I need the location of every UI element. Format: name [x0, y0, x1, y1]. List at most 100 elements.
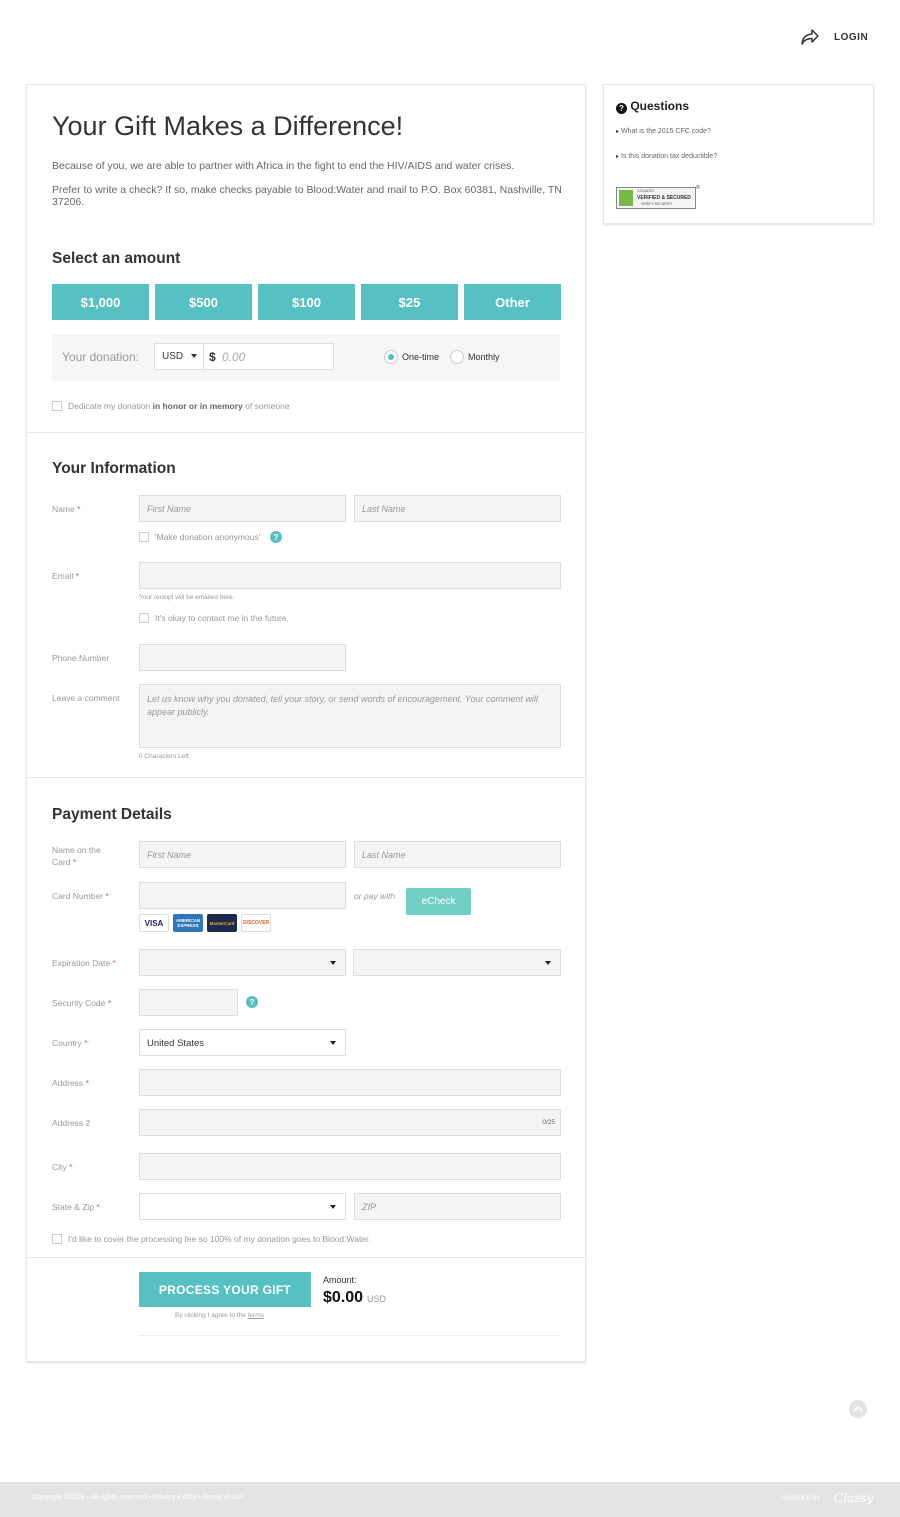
question-circle-icon: ? [616, 103, 627, 114]
amount-currency: USD [367, 1294, 387, 1304]
card-number-input[interactable] [139, 882, 346, 909]
divider [27, 777, 585, 778]
registered-mark: ® [696, 185, 700, 191]
powered-by-label: POWERED BY [780, 1496, 821, 1502]
login-link[interactable]: LOGIN [834, 32, 868, 43]
required-marker: * [85, 1078, 89, 1088]
dedicate-label: Dedicate my donation in honor or in memo… [68, 401, 290, 411]
address-input[interactable] [139, 1069, 561, 1096]
badge-line3: VERIFY SECURITY [641, 202, 673, 206]
city-input[interactable] [139, 1153, 561, 1180]
phone-input[interactable] [139, 644, 346, 671]
help-icon[interactable]: ? [246, 996, 258, 1008]
email-label: Email * [52, 570, 79, 582]
scroll-to-top-button[interactable] [849, 1400, 867, 1418]
required-marker: * [105, 891, 109, 901]
required-marker: * [75, 571, 79, 581]
amount-button-100[interactable]: $100 [258, 284, 355, 320]
email-input[interactable] [139, 562, 561, 589]
amount-button-25[interactable]: $25 [361, 284, 458, 320]
address2-input[interactable]: 0/25 [139, 1109, 561, 1136]
contact-checkbox[interactable] [139, 613, 149, 623]
questions-title: ? Questions [616, 99, 689, 114]
country-select[interactable]: United States [139, 1029, 346, 1056]
amount-label: Amount: [323, 1275, 357, 1285]
question-link-tax[interactable]: ▸ Is this donation tax deductible? [616, 153, 717, 160]
chevron-up-icon [853, 1405, 863, 1412]
security-code-label: Security Code * [52, 997, 111, 1009]
donation-label: Your donation: [62, 350, 139, 364]
donation-amount-input[interactable]: $ 0.00 [203, 343, 334, 370]
share-icon[interactable] [800, 28, 820, 46]
security-badge[interactable]: GODADDY VERIFIED & SECURED VERIFY SECURI… [616, 187, 696, 209]
discover-icon: DISCOVER [241, 914, 271, 932]
amount-total: $0.00 [323, 1289, 364, 1306]
state-select[interactable] [139, 1193, 346, 1220]
dedicate-checkbox[interactable] [52, 401, 62, 411]
expiration-year-select[interactable] [353, 949, 561, 976]
or-pay-with: or pay with [354, 891, 396, 901]
echeck-button[interactable]: eCheck [406, 888, 471, 915]
required-marker: * [107, 998, 112, 1008]
terms-prefix: By clicking I agree to the [175, 1312, 248, 1319]
amex-icon: AMERICAN EXPRESS [173, 914, 203, 932]
comment-textarea[interactable]: Let us know why you donated, tell your s… [139, 684, 561, 748]
expiration-month-select[interactable] [139, 949, 346, 976]
question-link-cfc[interactable]: ▸ What is the 2015 CFC code? [616, 128, 711, 135]
amount-button-other[interactable]: Other [464, 284, 561, 320]
comment-label: Leave a comment [52, 693, 120, 703]
address2-counter: 0/25 [542, 1119, 555, 1126]
badge-line1: GODADDY [637, 189, 655, 193]
amount-button-1000[interactable]: $1,000 [52, 284, 149, 320]
required-marker: * [96, 1202, 100, 1212]
phone-label: Phone Number [52, 653, 110, 663]
last-name-input[interactable]: Last Name [354, 495, 561, 522]
country-label: Country * [52, 1037, 87, 1049]
state-zip-label: State & Zip * [52, 1201, 100, 1213]
badge-line2: VERIFIED & SECURED [637, 195, 691, 201]
lock-icon [619, 190, 633, 206]
process-gift-button[interactable]: PROCESS YOUR GIFT [139, 1272, 311, 1307]
first-name-placeholder: First Name [147, 504, 192, 514]
currency-value: USD [162, 351, 184, 362]
last-name-placeholder: Last Name [362, 504, 406, 514]
currency-select[interactable]: USD [154, 343, 204, 370]
chevron-down-icon [330, 1205, 336, 1209]
footer: Copyright ©2018 - All rights reserved • … [0, 1482, 900, 1517]
contact-label: It's okay to contact me in the future. [155, 613, 289, 623]
city-label-text: City [52, 1162, 67, 1172]
zip-input[interactable]: ZIP [354, 1193, 561, 1220]
chevron-down-icon [545, 961, 551, 965]
classy-logo[interactable]: Classy [834, 1491, 873, 1505]
first-name-input[interactable]: First Name [139, 495, 346, 522]
visa-icon: VISA [139, 914, 169, 932]
card-first-name-input[interactable]: First Name [139, 841, 346, 868]
card-last-name-placeholder: Last Name [362, 850, 406, 860]
security-code-input[interactable] [139, 989, 238, 1016]
chevron-down-icon [330, 1041, 336, 1045]
radio-one-time[interactable] [384, 350, 398, 364]
intro-text: Because of you, we are able to partner w… [52, 160, 515, 172]
page-title: Your Gift Makes a Difference! [52, 111, 404, 141]
cover-fee-checkbox[interactable] [52, 1234, 62, 1244]
radio-monthly[interactable] [450, 350, 464, 364]
required-marker: * [84, 1038, 88, 1048]
amount-button-500[interactable]: $500 [155, 284, 252, 320]
chevron-down-icon [191, 354, 197, 358]
caret-right-icon: ▸ [616, 154, 620, 160]
anonymous-checkbox[interactable] [139, 532, 149, 542]
dedicate-bold: in honor or in memory [152, 401, 243, 411]
question-text: Is this donation tax deductible? [620, 153, 718, 160]
card-last-name-input[interactable]: Last Name [354, 841, 561, 868]
name-label-text: Name [52, 504, 75, 514]
help-icon[interactable]: ? [270, 531, 282, 543]
select-amount-title: Select an amount [52, 250, 181, 267]
required-marker: * [112, 958, 116, 968]
dedicate-prefix: Dedicate my donation [68, 401, 153, 411]
name-on-card-line2: Card [52, 857, 71, 867]
email-hint: Your receipt will be emailed here. [139, 594, 235, 601]
your-information-title: Your Information [52, 460, 176, 477]
terms-link[interactable]: terms [248, 1312, 264, 1319]
required-marker: * [77, 504, 81, 514]
card-number-label: Card Number * [52, 890, 109, 902]
